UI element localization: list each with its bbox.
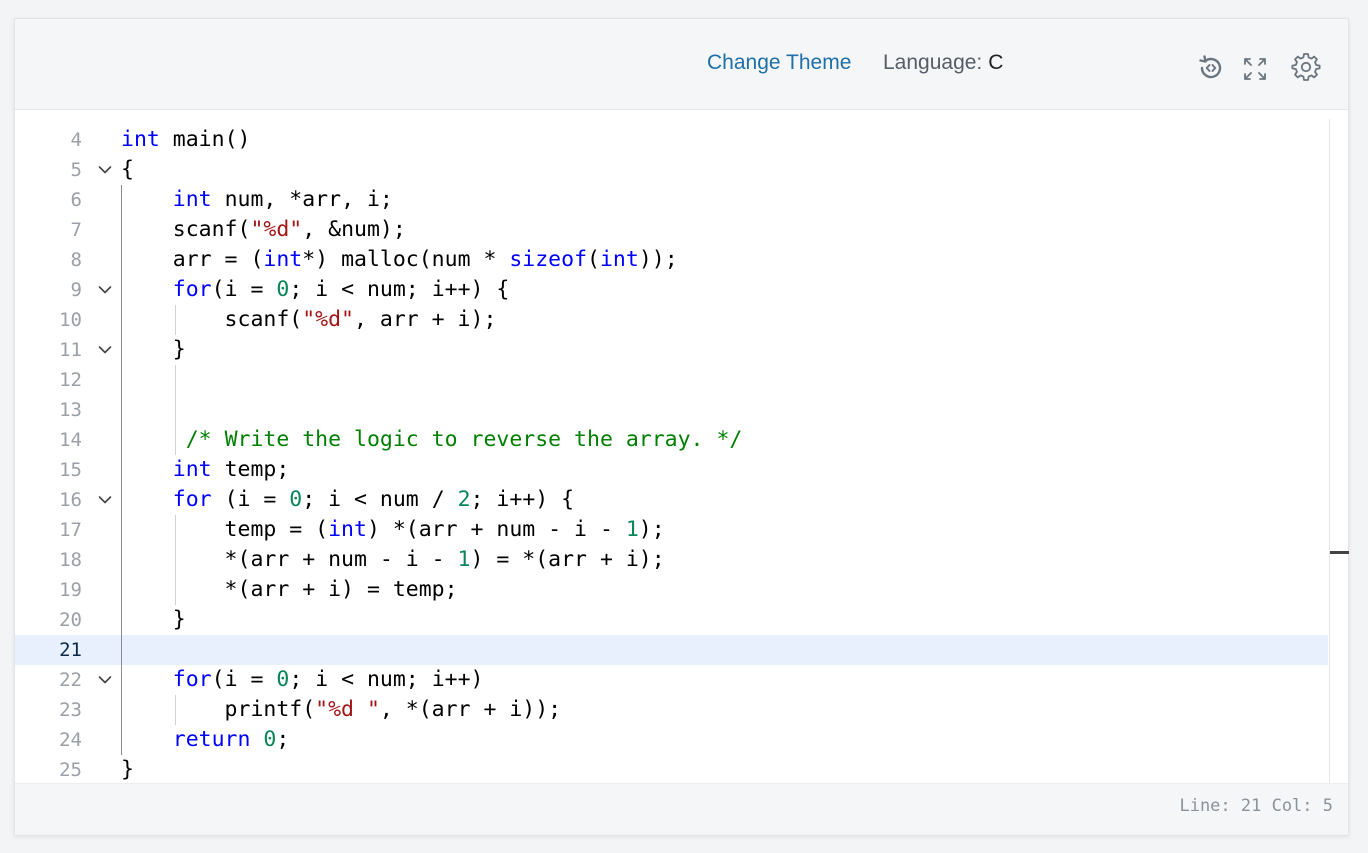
language-label: Language: — [883, 51, 983, 74]
code-line[interactable]: 4 int main() — [15, 125, 1328, 155]
fullscreen-icon[interactable] — [1242, 56, 1272, 86]
language-selector[interactable]: Language: C — [883, 51, 1003, 75]
line-number: 16 — [59, 489, 82, 511]
code-line[interactable]: 19 *(arr + i) = temp; — [15, 575, 1328, 605]
code-text: *(arr + i) = temp; — [121, 577, 458, 602]
line-number: 9 — [70, 279, 82, 301]
status-bar: Line: 21 Col: 5 — [15, 783, 1348, 835]
indent-guide — [121, 185, 122, 755]
indent-guide — [175, 365, 176, 455]
code-text: for(i = 0; i < num; i++) — [172, 667, 484, 692]
line-number: 10 — [59, 309, 82, 331]
code-line[interactable]: 9 for(i = 0; i < num; i++) { — [15, 275, 1328, 305]
code-line[interactable]: 7 scanf("%d", &num); — [15, 215, 1328, 245]
line-number: 7 — [70, 219, 82, 241]
code-line[interactable]: 18 *(arr + num - i - 1) = *(arr + i); — [15, 545, 1328, 575]
line-number: 14 — [59, 429, 82, 451]
code-text: return 0; — [172, 727, 290, 752]
line-number: 5 — [70, 159, 82, 181]
code-line[interactable]: 8 arr = (int*) malloc(num * sizeof(int))… — [15, 245, 1328, 275]
code-line[interactable]: 21 — [15, 635, 1328, 665]
code-line[interactable]: 20 } — [15, 605, 1328, 635]
code-line[interactable]: 11 } — [15, 335, 1328, 365]
code-text: /* Write the logic to reverse the array.… — [185, 427, 743, 452]
line-number: 12 — [59, 369, 82, 391]
code-text: int num, *arr, i; — [172, 187, 393, 212]
line-number: 19 — [59, 579, 82, 601]
change-theme-button[interactable]: Change Theme — [707, 51, 851, 75]
line-number: 4 — [70, 129, 82, 151]
line-number: 22 — [59, 669, 82, 691]
language-value[interactable]: C — [988, 51, 1003, 74]
code-line[interactable]: 10 scanf("%d", arr + i); — [15, 305, 1328, 335]
cursor-position-marker — [1330, 551, 1349, 554]
line-number: 6 — [70, 189, 82, 211]
line-number: 8 — [70, 249, 82, 271]
line-number: 21 — [59, 639, 82, 661]
code-editor-panel: Change Theme Language: C 4 int main() 5{6 i… — [14, 18, 1349, 836]
code-text: printf("%d ", *(arr + i)); — [121, 697, 562, 722]
line-number: 24 — [59, 729, 82, 751]
code-text: { — [121, 157, 134, 182]
indent-guide — [175, 305, 176, 335]
code-text: arr = (int*) malloc(num * sizeof(int)); — [121, 247, 678, 272]
code-line[interactable]: 13 — [15, 395, 1328, 425]
line-number: 13 — [59, 399, 82, 421]
editor-toolbar: Change Theme Language: C — [15, 19, 1348, 110]
code-line[interactable]: 6 int num, *arr, i; — [15, 185, 1328, 215]
code-line[interactable]: 16 for (i = 0; i < num / 2; i++) { — [15, 485, 1328, 515]
settings-icon[interactable] — [1291, 52, 1321, 82]
reset-icon[interactable] — [1196, 53, 1226, 83]
code-text: scanf("%d", arr + i); — [121, 307, 497, 332]
code-line[interactable]: 22 for(i = 0; i < num; i++) — [15, 665, 1328, 695]
fold-chevron-icon[interactable] — [95, 275, 115, 305]
code-text: for(i = 0; i < num; i++) { — [172, 277, 510, 302]
line-number: 23 — [59, 699, 82, 721]
code-line[interactable]: 17 temp = (int) *(arr + num - i - 1); — [15, 515, 1328, 545]
fold-chevron-icon[interactable] — [95, 155, 115, 185]
indent-guide — [175, 695, 176, 725]
line-number: 17 — [59, 519, 82, 541]
code-editor[interactable]: 4 int main() 5{6 int num, *arr, i; 7 scanf(… — [15, 119, 1348, 785]
fold-chevron-icon[interactable] — [95, 485, 115, 515]
code-line[interactable]: 14 /* Write the logic to reverse the arr… — [15, 425, 1328, 455]
fold-chevron-icon[interactable] — [95, 665, 115, 695]
code-line[interactable]: 25} — [15, 755, 1328, 785]
code-line[interactable]: 5{ — [15, 155, 1328, 185]
code-line[interactable]: 24 return 0; — [15, 725, 1328, 755]
code-text: int temp; — [172, 457, 290, 482]
code-text: *(arr + num - i - 1) = *(arr + i); — [121, 547, 665, 572]
code-text: scanf("%d", &num); — [121, 217, 406, 242]
code-text: } — [121, 757, 134, 782]
code-text: temp = (int) *(arr + num - i - 1); — [121, 517, 665, 542]
line-number: 15 — [59, 459, 82, 481]
overview-ruler — [1329, 119, 1330, 785]
line-number: 18 — [59, 549, 82, 571]
fold-chevron-icon[interactable] — [95, 335, 115, 365]
line-number: 11 — [59, 339, 82, 361]
code-text: int main() — [121, 127, 251, 152]
indent-guide — [175, 515, 176, 605]
code-text: for (i = 0; i < num / 2; i++) { — [172, 487, 575, 512]
cursor-position-status: Line: 21 Col: 5 — [1179, 796, 1333, 816]
line-number: 20 — [59, 609, 82, 631]
code-line[interactable]: 15 int temp; — [15, 455, 1328, 485]
code-text: } — [121, 337, 186, 362]
code-text: } — [121, 607, 186, 632]
line-number: 25 — [59, 759, 82, 781]
code-line[interactable]: 23 printf("%d ", *(arr + i)); — [15, 695, 1328, 725]
code-line[interactable]: 12 — [15, 365, 1328, 395]
